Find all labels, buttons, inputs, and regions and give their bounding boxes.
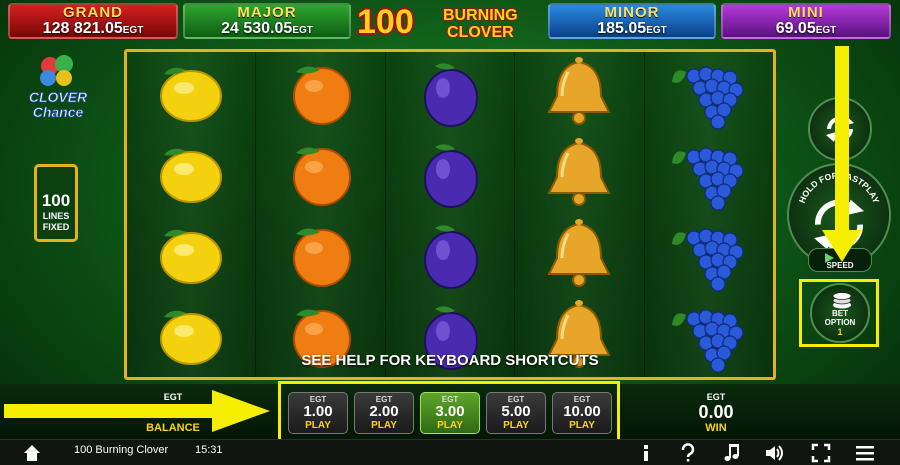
bet-play-label: PLAY	[569, 420, 595, 431]
bet-amount: 3.00	[435, 403, 465, 420]
reel-2	[256, 52, 386, 377]
bet-amount: 2.00	[369, 403, 399, 420]
bet-amount: 1.00	[303, 403, 333, 420]
jackpot-major-amount: 24 530.05EGT	[221, 20, 313, 37]
jackpot-mini: MINI 69.05EGT	[721, 3, 891, 39]
plum-symbol-icon	[424, 144, 479, 208]
title-number: 100	[357, 3, 414, 41]
jackpot-major: MAJOR 24 530.05EGT	[183, 3, 351, 39]
jackpot-grand-name: GRAND	[63, 4, 123, 21]
jackpot-minor-name: MINOR	[604, 4, 660, 21]
jackpot-major-name: MAJOR	[237, 4, 297, 21]
win-value: 0.00	[698, 402, 734, 422]
svg-text:Chance: Chance	[33, 104, 84, 120]
bet-button[interactable]: EGT 2.00 PLAY	[354, 392, 414, 434]
reel-4	[515, 52, 645, 377]
speed-label: SPEED	[826, 261, 854, 270]
coins-icon	[832, 292, 852, 309]
grapes-symbol-icon	[671, 147, 744, 211]
home-icon[interactable]	[22, 443, 42, 463]
autoplay-button[interactable]	[808, 97, 872, 161]
bet-play-label: PLAY	[437, 420, 463, 431]
clock: 15:31	[195, 444, 223, 456]
bet-button[interactable]: EGT 1.00 PLAY	[288, 392, 348, 434]
reels-area	[124, 49, 776, 380]
lines-fixed-badge: 100 LINES FIXED	[34, 164, 78, 242]
jackpot-grand: GRAND 128 821.05EGT	[8, 3, 178, 39]
bet-amount: 10.00	[563, 403, 601, 420]
balance-value: 0.00	[155, 402, 191, 422]
jackpot-mini-amount: 69.05EGT	[775, 20, 837, 37]
grapes-symbol-icon	[671, 66, 744, 130]
reel-5	[644, 52, 774, 377]
jackpot-minor: MINOR 185.05EGT	[548, 3, 716, 39]
win-currency: EGT	[706, 392, 726, 402]
menu-icon[interactable]	[855, 443, 875, 463]
sound-icon[interactable]	[764, 443, 784, 463]
bet-play-label: PLAY	[503, 420, 529, 431]
bet-button[interactable]: EGT 10.00 PLAY	[552, 392, 612, 434]
autoplay-icon	[826, 116, 854, 142]
bell-symbol-icon	[547, 56, 612, 125]
fixed-label: FIXED	[42, 222, 70, 232]
balance-label: BALANCE	[146, 422, 200, 434]
orange-symbol-icon	[292, 147, 351, 206]
bet-button[interactable]: EGT 3.00 PLAY	[420, 392, 480, 434]
reel-1	[127, 52, 257, 377]
plum-symbol-icon	[424, 63, 479, 127]
bell-symbol-icon	[547, 137, 612, 206]
orange-symbol-icon	[292, 66, 351, 125]
bet-option-value: 1	[837, 327, 843, 337]
help-icon[interactable]	[678, 443, 698, 463]
lemon-symbol-icon	[160, 229, 223, 285]
lemon-symbol-icon	[160, 67, 223, 122]
clover-chance-logo: CLOVER Chance	[28, 55, 88, 120]
lemon-symbol-icon	[160, 148, 223, 203]
svg-text:CLOVER: CLOVER	[29, 89, 88, 105]
win-display: EGT 0.00 WIN	[666, 392, 766, 434]
orange-symbol-icon	[292, 228, 351, 288]
title-words: BURNING CLOVER	[443, 7, 518, 41]
status-bar: 100 Burning Clover 15:31	[0, 439, 900, 465]
jackpot-grand-amount: 128 821.05EGT	[42, 20, 144, 37]
bet-option-label: BET OPTION	[824, 309, 856, 327]
bell-symbol-icon	[547, 219, 612, 288]
plum-symbol-icon	[424, 225, 479, 290]
reel-3	[385, 52, 516, 377]
svg-text:HOLD FOR FASTPLAY: HOLD FOR FASTPLAY	[797, 170, 882, 204]
bet-play-label: PLAY	[371, 420, 397, 431]
balance-display: EGT 0.00 BALANCE	[118, 392, 228, 434]
speed-button[interactable]: SPEED	[808, 248, 872, 272]
win-label: WIN	[705, 422, 727, 434]
grapes-symbol-icon	[671, 228, 744, 292]
fullscreen-icon[interactable]	[811, 443, 831, 463]
jackpot-minor-amount: 185.05EGT	[597, 20, 667, 37]
lines-label: LINES	[42, 211, 70, 221]
keyboard-help-text: SEE HELP FOR KEYBOARD SHORTCUTS	[301, 352, 599, 369]
jackpot-mini-name: MINI	[788, 4, 824, 21]
balance-currency: EGT	[163, 392, 183, 402]
bet-button[interactable]: EGT 5.00 PLAY	[486, 392, 546, 434]
lines-count: 100	[41, 191, 71, 210]
info-icon[interactable]	[636, 443, 656, 463]
game-name: 100 Burning Clover	[74, 444, 169, 456]
game-title-logo: 100 BURNING CLOVER	[355, 2, 545, 44]
play-icon	[825, 253, 834, 263]
bet-play-label: PLAY	[305, 420, 331, 431]
bet-amount: 5.00	[501, 403, 531, 420]
bet-option-button[interactable]: BET OPTION 1	[810, 283, 870, 343]
music-icon[interactable]	[722, 443, 742, 463]
